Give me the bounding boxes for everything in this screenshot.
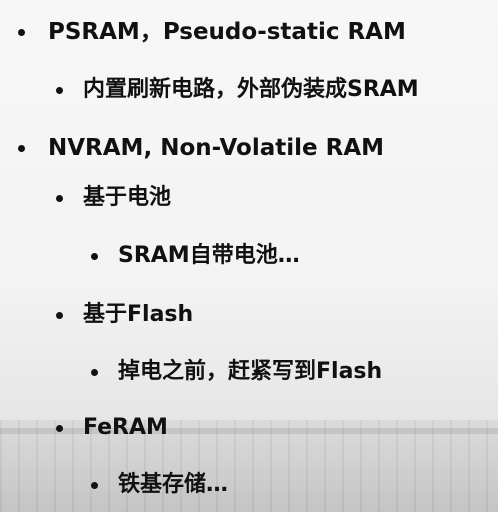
bullet-dot-icon: [56, 425, 63, 432]
bullet-text: 基于电池: [83, 185, 172, 210]
bullet-dot-icon: [91, 369, 98, 376]
bullet-dot-icon: [56, 195, 63, 202]
bullet-dot-icon: [91, 253, 98, 260]
bullet-text: PSRAM，Pseudo-static RAM: [48, 19, 406, 45]
bullet-text: SRAM自带电池…: [118, 243, 300, 268]
bullet-text: 铁基存储…: [118, 472, 229, 497]
background-building-roof: [0, 428, 498, 434]
bullet-dot-icon: [56, 312, 63, 319]
bullet-dot-icon: [91, 482, 98, 489]
bullet-dot-icon: [56, 87, 63, 94]
bullet-dot-icon: [18, 29, 25, 36]
bullet-text: NVRAM, Non-Volatile RAM: [48, 135, 385, 161]
slide: PSRAM，Pseudo-static RAM 内置刷新电路，外部伪装成SRAM…: [0, 0, 498, 512]
bullet-text: 基于Flash: [83, 302, 194, 327]
bullet-text: 内置刷新电路，外部伪装成SRAM: [83, 77, 419, 102]
bullet-dot-icon: [18, 145, 25, 152]
bullet-text: 掉电之前，赶紧写到Flash: [118, 359, 383, 384]
bullet-text: FeRAM: [83, 415, 168, 440]
